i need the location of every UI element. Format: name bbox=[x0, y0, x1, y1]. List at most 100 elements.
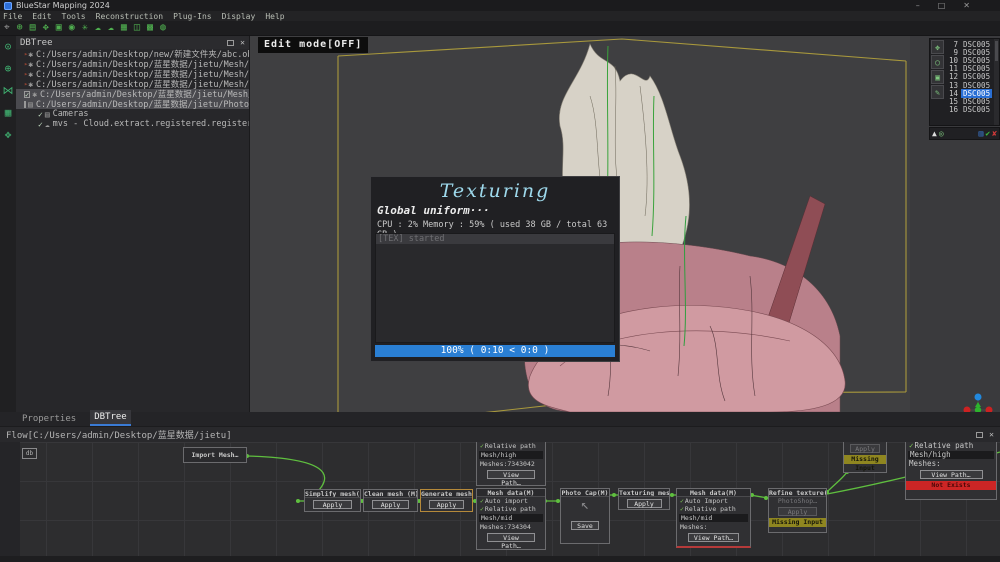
mesh-path-field[interactable]: Mesh/mid bbox=[479, 514, 543, 522]
apply-button[interactable]: Apply bbox=[313, 500, 352, 509]
auto-import-check[interactable]: ✓Auto Import bbox=[677, 497, 750, 505]
node-simplify-mesh[interactable]: Simplify mesh(M) Apply bbox=[304, 489, 361, 512]
apply-button[interactable]: Apply bbox=[372, 500, 409, 509]
node-title[interactable]: Import Mesh… bbox=[184, 448, 246, 462]
relative-path-check[interactable]: ✓Relative path bbox=[477, 442, 545, 450]
camera-icon[interactable]: ▣ bbox=[931, 70, 944, 84]
check-label: Relative path bbox=[485, 442, 536, 450]
axis-y-arrow bbox=[975, 402, 981, 407]
filter-blue-icon[interactable]: ▥ bbox=[979, 129, 984, 138]
cloud-icon[interactable]: ☁ bbox=[108, 23, 114, 33]
node-title: Refine texture(→) bbox=[769, 489, 826, 497]
save-button[interactable]: Save bbox=[571, 521, 600, 530]
viewport-3d-scene[interactable] bbox=[250, 36, 1000, 412]
auto-import-check[interactable]: ✓Auto import bbox=[477, 497, 545, 505]
node-generate-uv[interactable]: Generate mesh UV(M) Apply bbox=[420, 489, 473, 512]
triangle-up-icon[interactable]: ▲ bbox=[932, 129, 937, 138]
folder-export-icon[interactable]: ▤ bbox=[30, 23, 36, 33]
maximize-button[interactable]: □ bbox=[938, 1, 946, 10]
camera-list-scrollbar[interactable] bbox=[994, 39, 999, 125]
minimize-button[interactable]: – bbox=[916, 1, 920, 10]
camera-icon[interactable]: ◫ bbox=[134, 23, 140, 33]
bulb-icon[interactable]: ◍ bbox=[160, 23, 166, 33]
checkbox-checked[interactable]: ✓ bbox=[24, 91, 30, 98]
circle-select-icon[interactable]: ◯ bbox=[931, 55, 944, 69]
menu-edit[interactable]: Edit bbox=[32, 12, 51, 21]
camera-row[interactable]: 16DSC005 bbox=[945, 106, 994, 114]
target-icon[interactable]: ◎ bbox=[939, 129, 944, 138]
dialog-log-area[interactable]: [TEX] started bbox=[375, 233, 615, 343]
close-button[interactable]: ✕ bbox=[963, 1, 970, 10]
pick-icon[interactable]: ✥ bbox=[43, 23, 49, 33]
node-refine-texture[interactable]: Refine texture(→) PhotoShop… Apply Missi… bbox=[768, 488, 827, 533]
view-path-button[interactable]: View Path… bbox=[688, 533, 739, 542]
relative-path-check[interactable]: ✓Relative path bbox=[477, 505, 545, 513]
mesh-icon[interactable]: ▩ bbox=[147, 23, 153, 33]
axis-z-pos[interactable] bbox=[975, 394, 982, 401]
mesh-path-field[interactable]: Mesh/mid bbox=[679, 514, 748, 522]
menu-reconstruction[interactable]: Reconstruction bbox=[96, 12, 163, 21]
tree-row-selected[interactable]: ▤ C:/Users/admin/Desktop/蓝星数据/jietu/Phot… bbox=[16, 99, 249, 109]
tree-row-child[interactable]: ✓ ☁ mvs - Cloud.extract.registered.regis… bbox=[16, 119, 249, 129]
axis-gizmo[interactable] bbox=[958, 388, 998, 412]
cloud-upload-icon[interactable]: ☁ bbox=[95, 23, 101, 33]
tree-row[interactable]: ▸ ✱ C:/Users/admin/Desktop/蓝星数据/jietu/Me… bbox=[16, 59, 249, 69]
relative-path-check[interactable]: ✓Relative path bbox=[677, 505, 750, 513]
view-path-button[interactable]: View Path… bbox=[487, 533, 535, 542]
confirm-check-icon[interactable]: ✔ bbox=[985, 129, 990, 138]
menu-file[interactable]: File bbox=[3, 12, 22, 21]
tree-row[interactable]: ▸ ✱ C:/Users/admin/Desktop/蓝星数据/jietu/Me… bbox=[16, 79, 249, 89]
check-icon[interactable]: ✓ bbox=[38, 110, 43, 119]
node-disabled-apply[interactable]: Apply Missing Input bbox=[843, 442, 887, 473]
move-cross-icon[interactable]: ✥ bbox=[5, 128, 12, 141]
view-path-button[interactable]: View Path… bbox=[920, 470, 983, 479]
close-panel-icon[interactable]: ✕ bbox=[240, 38, 245, 47]
zoom-icon[interactable]: ⊙ bbox=[5, 40, 12, 53]
check-icon[interactable]: ✓ bbox=[38, 120, 43, 129]
checkbox-unchecked[interactable] bbox=[24, 101, 26, 108]
edit-pencil-icon[interactable]: ✎ bbox=[931, 85, 944, 99]
view-path-button[interactable]: View Path… bbox=[487, 470, 535, 479]
node-import-mesh[interactable]: Import Mesh… bbox=[183, 447, 247, 463]
tree-item-label: Cameras bbox=[53, 109, 89, 119]
node-mesh-data-mid[interactable]: Mesh data(M) ✓Auto import ✓Relative path… bbox=[476, 488, 546, 550]
viewport-3d[interactable]: Edit mode[OFF] ✥ ◯ ▣ ✎ 7DSC005 9DSC005 1… bbox=[250, 36, 1000, 412]
menu-tools[interactable]: Tools bbox=[62, 12, 86, 21]
nodes-icon[interactable]: ⋈ bbox=[3, 84, 14, 97]
undock-icon[interactable] bbox=[227, 40, 234, 46]
graph-icon[interactable]: ▦ bbox=[121, 23, 127, 33]
relative-path-check[interactable]: ✓Relative path bbox=[906, 442, 996, 450]
tree-row-selected[interactable]: ✓ ✱ C:/Users/admin/Desktop/蓝星数据/jietu/Me… bbox=[16, 89, 249, 99]
tree-row[interactable]: ▸ ✱ C:/Users/admin/Desktop/蓝星数据/jietu/Me… bbox=[16, 69, 249, 79]
compass-icon[interactable]: ⊕ bbox=[17, 23, 23, 33]
node-mesh-data-high[interactable]: ✓Relative path Mesh/high Meshes:7343042 … bbox=[476, 442, 546, 486]
flow-node-canvas[interactable]: db Import Mesh… Simplify mesh(M) Apply C… bbox=[0, 442, 1000, 556]
apply-button[interactable]: Apply bbox=[429, 500, 465, 509]
image-icon[interactable]: ▣ bbox=[56, 23, 62, 33]
node-mesh-data-right[interactable]: Mesh data(M) ✓Auto Import ✓Relative path… bbox=[676, 488, 751, 548]
menu-plugins[interactable]: Plug-Ins bbox=[173, 12, 212, 21]
wheel-icon[interactable]: ✳ bbox=[82, 23, 88, 33]
node-texturing-mesh[interactable]: Texturing mesh(M) Apply bbox=[618, 488, 670, 510]
menu-help[interactable]: Help bbox=[265, 12, 284, 21]
node-mesh-data-far-right[interactable]: ✓Relative path Mesh/high Meshes: View Pa… bbox=[905, 442, 997, 500]
close-panel-icon[interactable]: ✕ bbox=[989, 430, 994, 439]
pointer-icon[interactable]: ⌖ bbox=[4, 23, 10, 33]
grid-mesh-icon[interactable]: ▦ bbox=[5, 106, 12, 119]
node-photo-cap[interactable]: Photo Cap(M) ↖ Save bbox=[560, 488, 610, 544]
undock-icon[interactable] bbox=[976, 432, 983, 438]
menu-display[interactable]: Display bbox=[222, 12, 256, 21]
mesh-path-field[interactable]: Mesh/high bbox=[479, 451, 543, 459]
tree-row[interactable]: ▸ ✱ C:/Users/admin/Desktop/new/新建文件夹/abc… bbox=[16, 49, 249, 59]
cancel-x-icon[interactable]: ✘ bbox=[992, 129, 997, 138]
mesh-path-field[interactable]: Mesh/high bbox=[908, 451, 994, 459]
db-folder-icon[interactable]: db bbox=[22, 448, 37, 459]
tab-dbtree[interactable]: DBTree bbox=[90, 410, 131, 426]
tab-properties[interactable]: Properties bbox=[18, 412, 80, 426]
tree-row-child[interactable]: ✓ ▤ Cameras bbox=[16, 109, 249, 119]
node-clean-mesh[interactable]: Clean mesh (M) Apply bbox=[363, 489, 418, 512]
apply-button[interactable]: Apply bbox=[627, 499, 662, 508]
zoom-plus-icon[interactable]: ⊕ bbox=[5, 62, 12, 75]
disc-icon[interactable]: ◉ bbox=[69, 23, 75, 33]
move-icon[interactable]: ✥ bbox=[931, 40, 944, 54]
